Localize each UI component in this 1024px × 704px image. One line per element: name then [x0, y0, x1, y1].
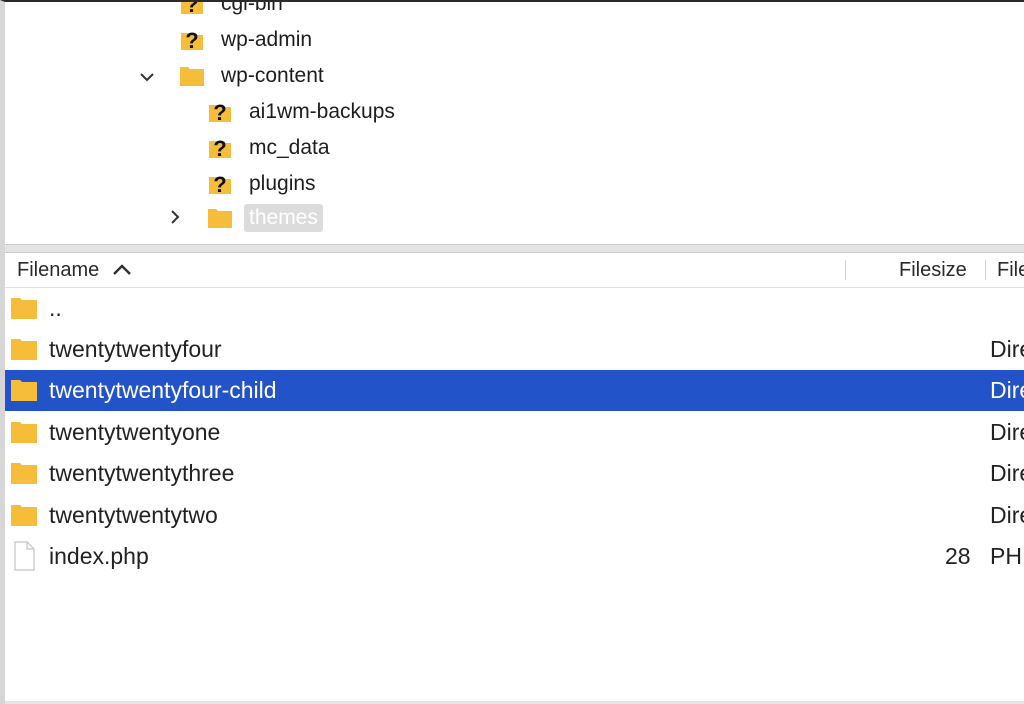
- svg-text:?: ?: [213, 136, 226, 161]
- svg-text:?: ?: [213, 100, 226, 125]
- file-name: ..: [49, 295, 62, 321]
- tree-item-mc-data[interactable]: ? mc_data: [206, 130, 335, 166]
- file-type: Dire: [990, 419, 1024, 445]
- question-folder-icon: ?: [178, 2, 206, 17]
- tree-item-label: cgi-bin: [221, 2, 283, 15]
- folder-icon: [178, 63, 206, 89]
- tree-item-partial[interactable]: ?: [206, 234, 244, 244]
- file-type: Dire: [990, 377, 1024, 403]
- svg-text:?: ?: [185, 28, 198, 53]
- folder-icon: [9, 376, 39, 404]
- file-icon: [9, 541, 39, 571]
- question-folder-icon: ?: [206, 135, 234, 161]
- folder-icon: [206, 205, 234, 231]
- question-folder-icon: ?: [206, 99, 234, 125]
- svg-text:?: ?: [213, 172, 226, 197]
- tree-item-label: wp-admin: [221, 28, 313, 51]
- column-header-filesize[interactable]: Filesize: [899, 253, 967, 287]
- file-name: twentytwentytwo: [49, 502, 218, 528]
- pane-splitter[interactable]: [5, 244, 1024, 253]
- file-name: twentytwentyfour-child: [49, 377, 277, 403]
- column-header-label: Filename: [17, 258, 100, 281]
- tree-item-label: themes: [244, 204, 323, 232]
- file-list[interactable]: .. twentytwentyfour Dire twentytwentyfou…: [5, 288, 1024, 702]
- file-size: 28: [945, 543, 971, 569]
- file-list-header: Filename Filesize File: [5, 253, 1024, 288]
- tree-item-label: ai1wm-backups: [249, 100, 395, 123]
- tree-item-ai1wm-backups[interactable]: ? ai1wm-backups: [206, 94, 400, 130]
- tree-item-cgi-bin[interactable]: ? cgi-bin: [178, 2, 288, 22]
- column-header-filename[interactable]: Filename: [17, 253, 133, 287]
- column-divider[interactable]: [985, 260, 986, 280]
- tree-item-wp-content[interactable]: wp-content: [137, 58, 329, 94]
- file-type: Dire: [990, 336, 1024, 362]
- folder-icon: [9, 335, 39, 363]
- tree-item-wp-admin[interactable]: ? wp-admin: [178, 22, 317, 58]
- folder-icon: [9, 501, 39, 529]
- question-folder-icon: ?: [206, 171, 234, 197]
- file-name: twentytwentyfour: [49, 336, 222, 362]
- column-header-filetype[interactable]: File: [997, 253, 1024, 287]
- chevron-down-icon[interactable]: [137, 63, 157, 89]
- file-name: twentytwentythree: [49, 460, 235, 486]
- column-header-label: File: [997, 258, 1024, 281]
- chevron-right-icon[interactable]: [165, 205, 185, 231]
- tree-item-label: plugins: [249, 172, 316, 195]
- tree-item-label: wp-content: [221, 64, 324, 87]
- table-row[interactable]: twentytwentythree Dire: [5, 453, 1024, 494]
- question-folder-icon: ?: [178, 27, 206, 53]
- folder-icon: [9, 294, 39, 322]
- table-row[interactable]: index.php 28 PH: [5, 536, 1024, 577]
- table-row[interactable]: twentytwentytwo Dire: [5, 495, 1024, 536]
- file-name: twentytwentyone: [49, 419, 221, 445]
- table-row-selected[interactable]: twentytwentyfour-child Dire: [5, 370, 1024, 411]
- tree-item-label: mc_data: [249, 136, 330, 159]
- file-name: index.php: [49, 543, 149, 569]
- column-header-label: Filesize: [899, 258, 967, 281]
- table-row[interactable]: twentytwentyone Dire: [5, 412, 1024, 453]
- file-type: Dire: [990, 460, 1024, 486]
- column-divider[interactable]: [845, 260, 846, 280]
- file-type: PH: [990, 543, 1022, 569]
- chevron-up-icon: [111, 263, 133, 277]
- directory-tree[interactable]: ? cgi-bin ? wp-admin wp-content ? ai1wm-…: [5, 2, 1024, 244]
- tree-item-plugins[interactable]: ? plugins: [206, 166, 321, 202]
- file-type: Dire: [990, 502, 1024, 528]
- svg-text:?: ?: [185, 2, 198, 17]
- folder-icon: [9, 418, 39, 446]
- table-row[interactable]: ..: [5, 288, 1024, 329]
- table-row[interactable]: twentytwentyfour Dire: [5, 329, 1024, 370]
- folder-icon: [9, 459, 39, 487]
- tree-item-themes[interactable]: themes: [165, 200, 323, 236]
